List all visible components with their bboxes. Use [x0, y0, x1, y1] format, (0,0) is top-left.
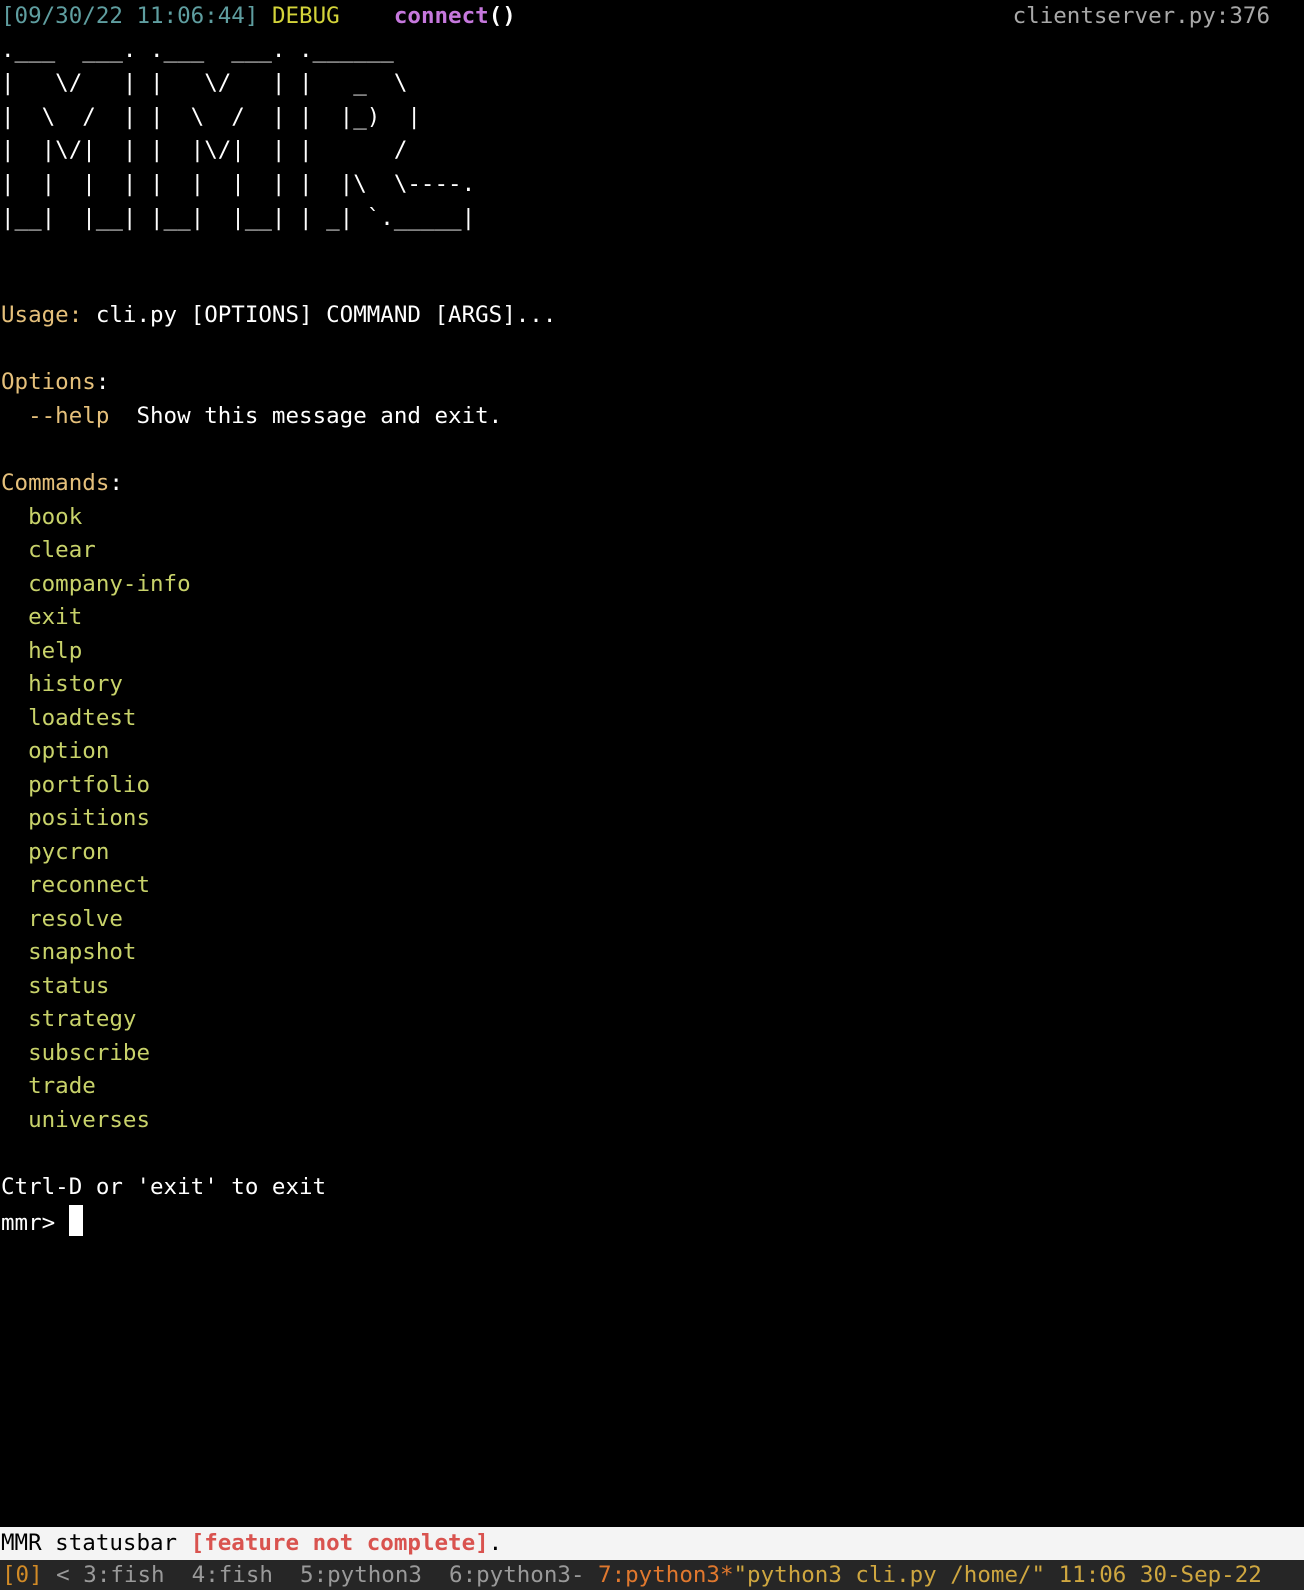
command-item: company-info — [28, 570, 191, 597]
usage-text: cli.py [OPTIONS] COMMAND [ARGS]... — [82, 302, 557, 328]
option-flag: --help — [28, 403, 110, 429]
command-item: reconnect — [28, 872, 151, 898]
tmux-window-list[interactable]: < 3:fish 4:fish 5:python3 6:python3- — [43, 1562, 598, 1588]
log-source: clientserver.py:376 — [1012, 3, 1270, 29]
command-item: portfolio — [28, 771, 151, 798]
exit-hint: Ctrl-D or 'exit' to exit — [1, 1174, 327, 1200]
log-level: DEBUG — [271, 3, 340, 29]
prompt-line[interactable]: mmr> — [1, 1204, 83, 1239]
command-item: trade — [28, 1073, 96, 1099]
banner-line-2: | \/ | | \/ | | _ \ — [1, 70, 408, 97]
option-description: Show this message and exit. — [136, 403, 503, 429]
banner-line-4: | |\/| | | |\/| | | / — [1, 137, 408, 164]
command-item: help — [28, 637, 83, 664]
debug-log-line: [09/30/22 11:06:44] DEBUG connect() — [1, 0, 516, 34]
usage-label: Usage: — [1, 302, 83, 328]
banner-line-3: | \ / | | \ / | | |_) | — [1, 103, 421, 130]
command-item: loadtest — [28, 704, 137, 731]
command-item: snapshot — [28, 939, 137, 965]
tmux-status-right: "python3 cli.py /home/" 11:06 30-Sep-22 — [733, 1562, 1262, 1588]
tmux-session[interactable]: [0] — [2, 1562, 43, 1588]
command-item: option — [28, 738, 110, 764]
banner-line-5: | | | | | | | | | |\ \----. — [1, 171, 476, 197]
statusbar-text: MMR statusbar — [1, 1530, 191, 1556]
statusbar-warning: [feature not complete] — [190, 1530, 489, 1556]
command-item: status — [28, 972, 110, 999]
command-item: subscribe — [28, 1039, 151, 1066]
command-item: book — [28, 503, 83, 530]
tmux-active-window[interactable]: 7:python3* — [598, 1562, 733, 1588]
log-function: connect — [393, 3, 489, 29]
usage-line: Usage: cli.py [OPTIONS] COMMAND [ARGS]..… — [1, 299, 556, 333]
log-function-parens: () — [488, 3, 516, 29]
options-label: Options — [1, 369, 96, 395]
banner-line-6: |__| |__| |__| |__| | _| `._____| — [1, 204, 476, 231]
command-item: universes — [28, 1106, 151, 1133]
commands-heading: Commands: — [1, 470, 123, 496]
banner-line-1: .___ ___. .___ ___. .______ — [1, 36, 394, 63]
option-help: --help Show this message and exit. — [1, 400, 502, 434]
command-item: resolve — [28, 905, 123, 932]
tmux-statusline: [0] < 3:fish 4:fish 5:python3 6:python3-… — [0, 1560, 1304, 1590]
commands-label: Commands — [1, 470, 110, 496]
log-timestamp: [09/30/22 11:06:44] — [1, 3, 259, 29]
command-item: strategy — [28, 1006, 137, 1032]
command-item: exit — [28, 604, 83, 630]
text-cursor[interactable] — [68, 1204, 83, 1236]
command-item: clear — [28, 537, 96, 563]
command-item: positions — [28, 805, 151, 831]
app-statusbar: MMR statusbar [feature not complete]. — [0, 1527, 1304, 1560]
prompt-label: mmr> — [1, 1209, 69, 1236]
command-item: pycron — [28, 838, 110, 865]
options-heading: Options: — [1, 369, 110, 395]
command-item: history — [28, 671, 123, 697]
